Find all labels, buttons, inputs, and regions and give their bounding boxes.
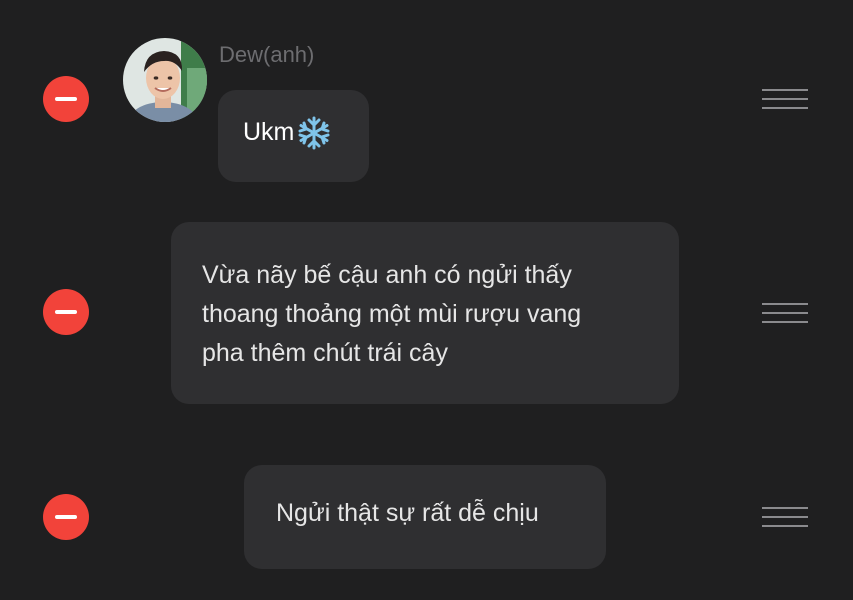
remove-message-button[interactable] xyxy=(43,76,89,122)
message-text-line: Vừa nãy bế cậu anh có ngửi thấy xyxy=(202,261,572,289)
sender-name: Dew(anh) xyxy=(219,42,315,67)
reorder-handle[interactable] xyxy=(762,505,808,529)
message-text-line: thoang thoảng một mùi rượu vang xyxy=(202,300,582,328)
reorder-handle[interactable] xyxy=(762,301,808,325)
message-bubble[interactable]: Vừa nãy bế cậu anh có ngửi thấy thoang t… xyxy=(171,222,679,404)
message-bubble[interactable]: Ukm xyxy=(218,90,369,182)
minus-icon xyxy=(55,97,77,101)
minus-icon xyxy=(55,515,77,519)
snowflake-icon xyxy=(296,115,332,151)
avatar xyxy=(123,38,207,122)
message-text: Ukm xyxy=(243,118,295,146)
reorder-handle[interactable] xyxy=(762,87,808,111)
message-text-line: pha thêm chút trái cây xyxy=(202,339,448,367)
message-text: Ngửi thật sự rất dễ chịu xyxy=(276,499,539,527)
remove-message-button[interactable] xyxy=(43,494,89,540)
remove-message-button[interactable] xyxy=(43,289,89,335)
minus-icon xyxy=(55,310,77,314)
message-bubble[interactable]: Ngửi thật sự rất dễ chịu xyxy=(244,465,606,569)
